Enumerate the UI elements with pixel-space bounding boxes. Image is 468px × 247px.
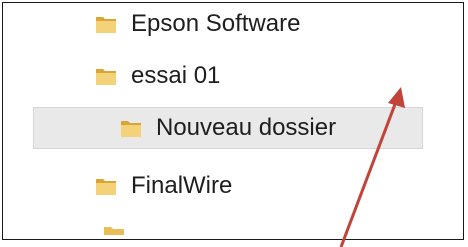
tree-item-label: essai 01 [131, 62, 221, 89]
folder-tree-panel: Epson Software essai 01 Nouveau dossier [33, 9, 453, 235]
tree-item-label: Epson Software [131, 10, 301, 37]
folder-icon [96, 17, 116, 33]
tree-item-finalwire[interactable]: FinalWire [95, 165, 232, 207]
tree-item-essai-01[interactable]: essai 01 [95, 55, 220, 97]
folder-icon [121, 121, 141, 137]
folder-icon [96, 179, 116, 195]
folder-icon [96, 69, 116, 85]
tree-item-epson-software[interactable]: Epson Software [95, 9, 300, 45]
tree-item-label: FinalWire [131, 172, 233, 199]
folder-icon [104, 227, 124, 235]
screenshot-frame: Epson Software essai 01 Nouveau dossier [2, 2, 464, 247]
tree-item-label: Nouveau dossier [156, 114, 337, 141]
tree-item-nouveau-dossier[interactable]: Nouveau dossier [33, 107, 423, 149]
